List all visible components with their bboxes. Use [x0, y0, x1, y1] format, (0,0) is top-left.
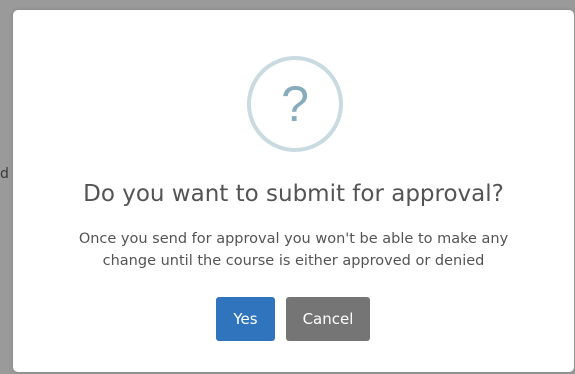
question-icon: ?: [247, 56, 343, 152]
dialog-message-line-1: Once you send for approval you won't be …: [78, 231, 509, 247]
confirmation-dialog: ? Do you want to submit for approval? On…: [13, 10, 574, 372]
dialog-title: Do you want to submit for approval?: [83, 181, 504, 207]
dialog-message-line-2: change until the course is either approv…: [102, 253, 485, 269]
yes-button[interactable]: Yes: [216, 297, 275, 341]
dialog-message: Once you send for approval you won't be …: [53, 228, 534, 272]
question-mark-glyph: ?: [281, 76, 309, 132]
cancel-button[interactable]: Cancel: [286, 297, 370, 341]
background-partial-text: d: [0, 166, 9, 182]
